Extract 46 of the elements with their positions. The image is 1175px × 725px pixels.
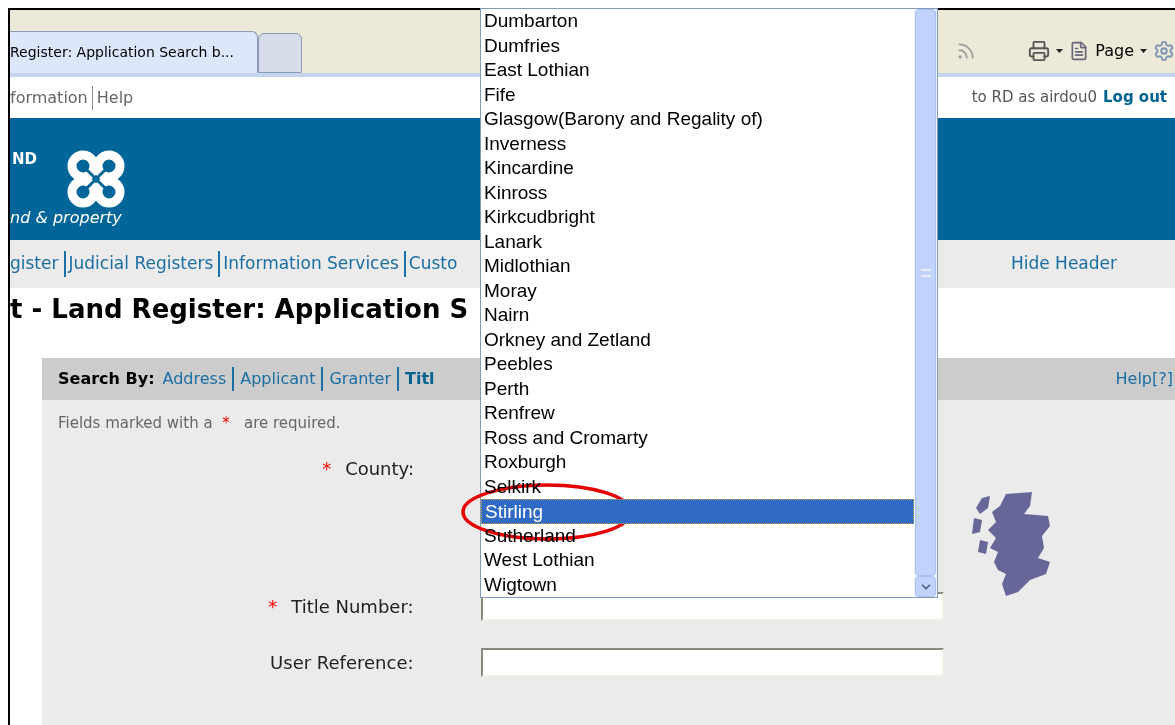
dropdown-option[interactable]: Stirling <box>481 499 914 524</box>
field-label: County: <box>345 457 414 481</box>
dropdown-option[interactable]: Renfrew <box>481 401 555 426</box>
nav-link[interactable]: gister <box>10 251 59 277</box>
dropdown-option[interactable]: Nairn <box>481 303 530 328</box>
nav-link[interactable]: Information Services <box>218 251 399 277</box>
dropdown-option[interactable]: Fife <box>481 82 516 107</box>
dropdown-option[interactable]: Peebles <box>481 352 553 377</box>
top-link[interactable]: Help <box>91 85 134 110</box>
search-by-link[interactable]: Titl <box>397 367 435 391</box>
hide-header-link[interactable]: Hide Header <box>1010 251 1117 277</box>
nav-link[interactable]: Judicial Registers <box>63 251 214 277</box>
banner-tagline: nd & property <box>10 207 122 229</box>
browser-tab[interactable]: Register: Application Search b... <box>10 31 258 73</box>
login-status: to RD as airdou0 <box>971 87 1097 109</box>
dropdown-option[interactable]: Kincardine <box>481 156 574 181</box>
dropdown-option[interactable]: Lanark <box>481 229 543 254</box>
dropdown-option[interactable]: Midlothian <box>481 254 571 279</box>
search-by-link[interactable]: Address <box>162 367 227 391</box>
dropdown-option[interactable]: Glasgow(Barony and Regality of) <box>481 107 763 132</box>
dropdown-option[interactable]: Dumfries <box>481 33 560 58</box>
logout-link[interactable]: Log out <box>1103 86 1167 109</box>
dropdown-option[interactable]: East Lothian <box>481 58 590 83</box>
dropdown-option[interactable]: Kirkcudbright <box>481 205 595 230</box>
top-link[interactable]: formation <box>10 85 88 110</box>
dropdown-option[interactable]: Perth <box>481 376 530 401</box>
dropdown-option[interactable]: Inverness <box>481 131 567 156</box>
required-note: Fields marked with a * are required. <box>58 413 341 434</box>
brand-text: ND <box>12 149 37 170</box>
nav-link[interactable]: Custo <box>403 251 458 277</box>
dropdown-option[interactable]: Dumbarton <box>481 9 578 34</box>
dropdown-option[interactable]: Ross and Cromarty <box>481 425 648 450</box>
page-menu[interactable]: Page <box>1095 39 1134 63</box>
field-label: User Reference: <box>270 651 414 675</box>
page-title: t - Land Register: Application S <box>10 292 469 326</box>
required-marker: * <box>268 595 278 619</box>
field-label: Title Number: <box>291 595 414 619</box>
search-by-label: Search By: <box>58 368 155 390</box>
dropdown-option[interactable]: Moray <box>481 278 537 303</box>
required-marker: * <box>322 457 332 481</box>
dropdown-option[interactable]: Orkney and Zetland <box>481 327 651 352</box>
help-link[interactable]: Help[?] <box>1115 367 1173 391</box>
dropdown-option[interactable]: Wigtown <box>481 572 557 598</box>
dropdown-option[interactable]: Roxburgh <box>481 450 567 475</box>
dropdown-option[interactable]: Kinross <box>481 180 548 205</box>
dropdown-option[interactable]: West Lothian <box>481 548 595 573</box>
